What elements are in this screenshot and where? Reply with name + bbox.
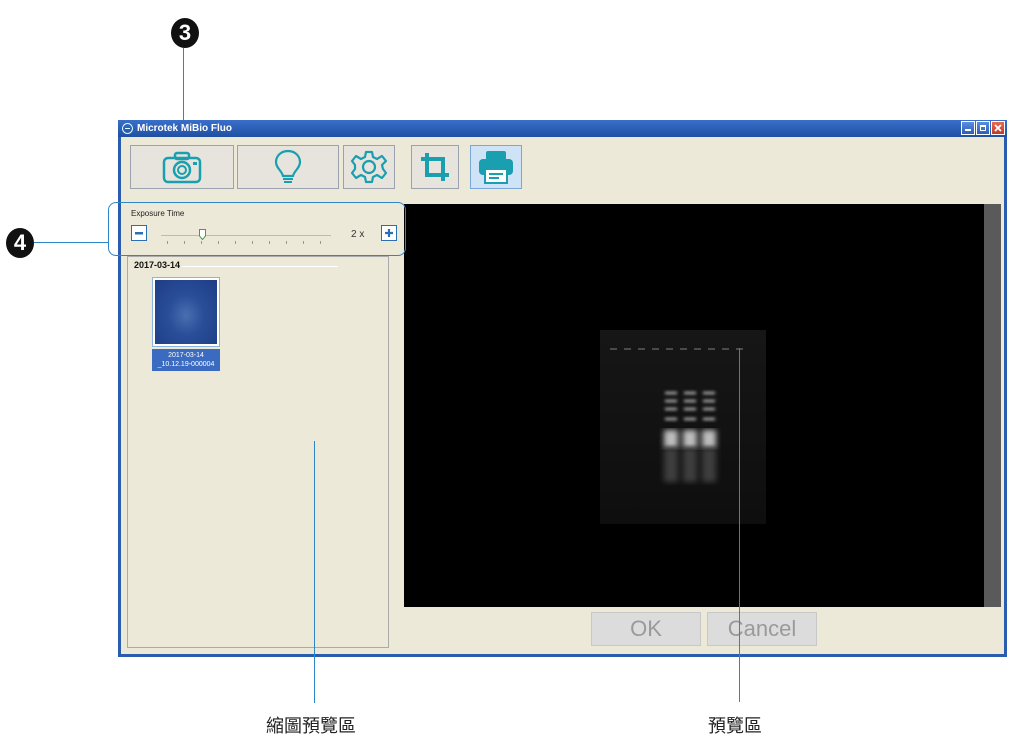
close-button[interactable] (991, 121, 1005, 135)
thumbnail-caption[interactable]: 2017-03-14 _10.12.19-000004 (152, 349, 220, 371)
bulb-icon (274, 149, 302, 183)
thumbnail-image (155, 280, 217, 344)
date-group-header: 2017-03-14 (134, 260, 181, 270)
crop-button[interactable] (411, 145, 459, 189)
preview-pointer-line (739, 348, 740, 702)
ok-button[interactable]: OK (591, 612, 701, 646)
capture-button[interactable] (130, 145, 234, 189)
print-button[interactable] (470, 145, 522, 189)
title-bar[interactable]: Microtek MiBio Fluo (118, 120, 1007, 137)
window-title: Microtek MiBio Fluo (137, 123, 232, 134)
preview-area-caption: 預覽區 (708, 716, 762, 737)
window-controls (961, 121, 1005, 135)
camera-icon (162, 151, 202, 184)
app-logo-icon (122, 123, 133, 134)
date-divider (182, 266, 338, 267)
printer-icon (479, 151, 513, 184)
thumbnail-panel: 2017-03-14 2017-03-14 _10.12.19-000004 (127, 256, 389, 648)
settings-button[interactable] (343, 145, 395, 189)
maximize-button[interactable] (976, 121, 990, 135)
thumbnail-caption-date: 2017-03-14 (168, 352, 204, 359)
gel-image (600, 330, 766, 524)
light-button[interactable] (237, 145, 339, 189)
thumbnail-item[interactable] (152, 277, 220, 347)
minimize-button[interactable] (961, 121, 975, 135)
preview-area[interactable] (404, 204, 1001, 607)
gear-icon (350, 150, 388, 184)
callout-badge-4: 4 (6, 228, 34, 258)
thumbnail-caption-time: _10.12.19-000004 (157, 361, 215, 368)
preview-image (404, 204, 984, 607)
thumbnail-pointer-line (314, 441, 315, 703)
thumbnail-area-caption: 縮圖預覽區 (266, 716, 356, 737)
exposure-highlight-outline (108, 202, 406, 256)
app-window: Microtek MiBio Fluo Exposure Time 2 x 20… (118, 120, 1007, 657)
cancel-button[interactable]: Cancel (707, 612, 817, 646)
callout-badge-3: 3 (171, 18, 199, 48)
callout-line-4 (34, 242, 108, 243)
crop-icon (421, 153, 449, 181)
